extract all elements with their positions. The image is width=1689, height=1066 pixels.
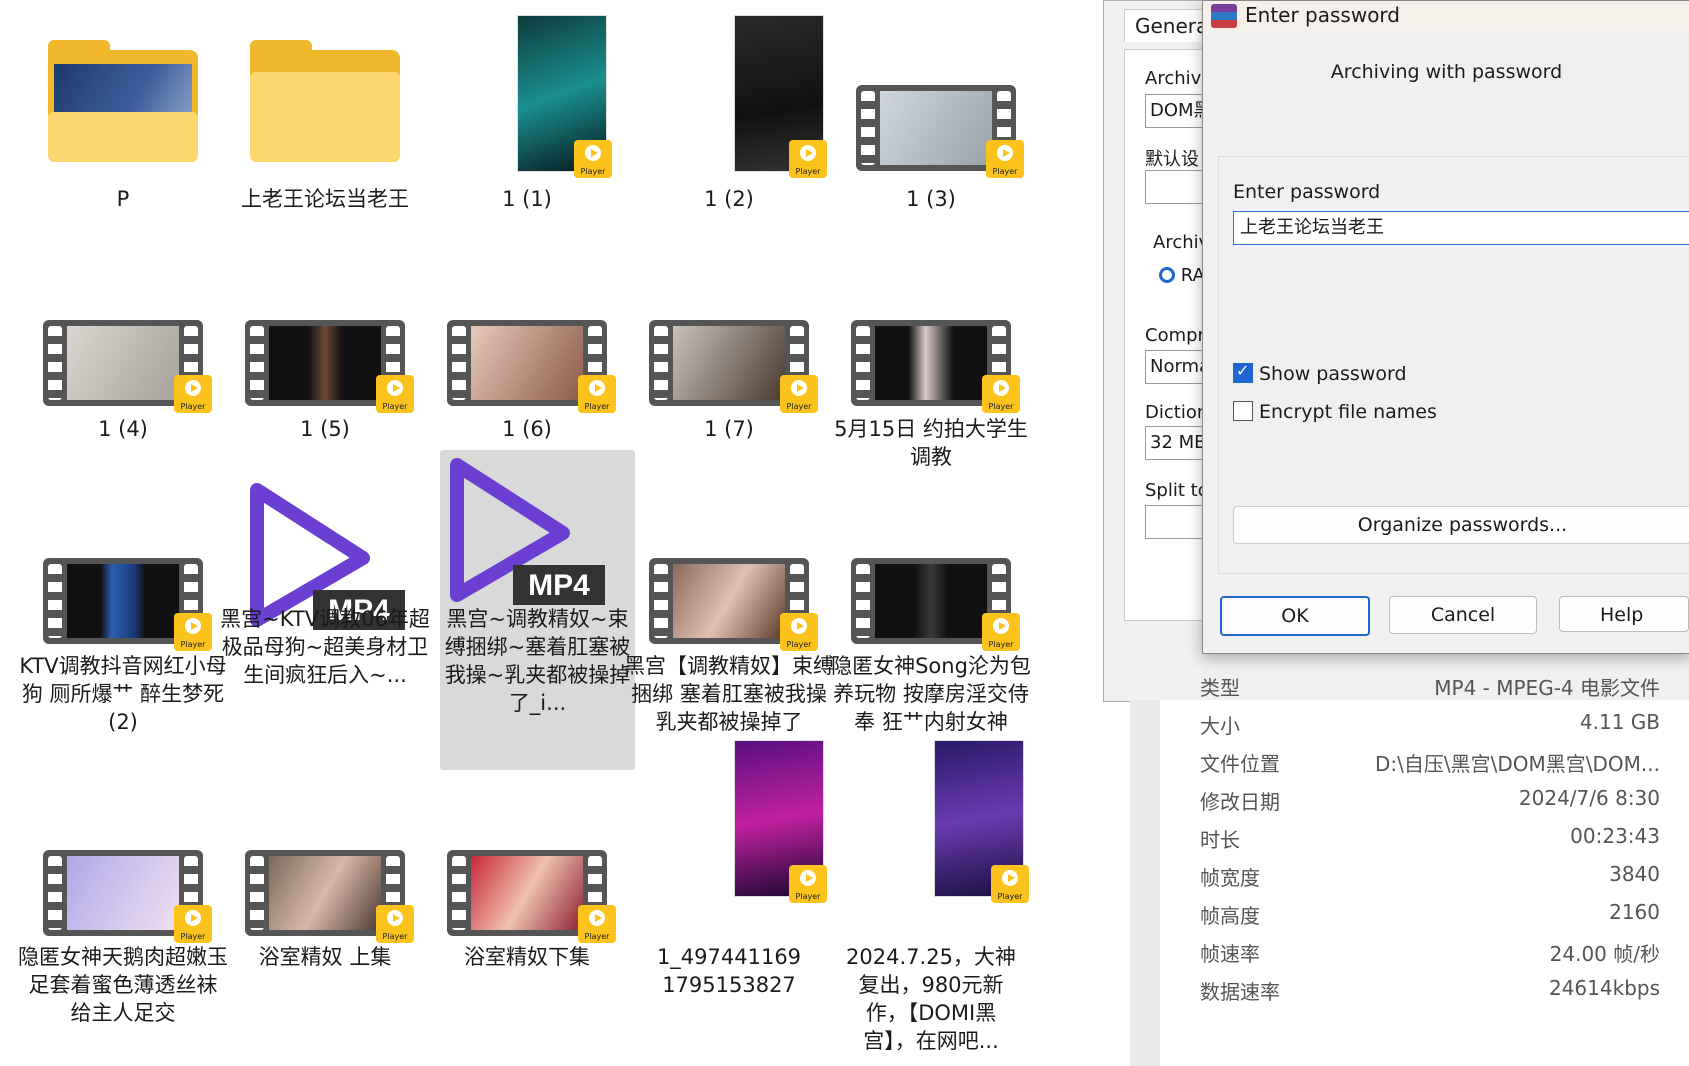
file-tile[interactable]: Player 1 (7) [624,290,834,460]
folder-icon [48,40,198,162]
player-badge-icon: Player [376,375,414,413]
organize-passwords-button[interactable]: Organize passwords... [1233,506,1689,544]
detail-row: 文件位置 D:\自压\黑宫\DOM黑宫\DOM... [1200,752,1660,776]
player-badge-icon: Player [780,375,818,413]
player-badge-icon: Player [574,140,612,178]
file-tile[interactable]: Player 5月15日 约拍大学生调教 [826,290,1036,469]
file-tile[interactable]: Player 浴室精奴下集 [422,780,632,1060]
file-tile[interactable]: Player 1 (1) [422,10,632,270]
player-badge-icon: Player [789,865,827,903]
file-grid: P 上老王论坛当老王 Player 1 (1) Player 1 (2) Pla… [0,0,1120,1066]
file-tile[interactable]: Player 2024.7.25，大神复出，980元新作，【DOMI黑宫】，在网… [826,740,1036,1060]
file-tile-selected[interactable]: MP4 黑宫~调教精奴~束缚捆绑~塞着肛塞被我操~乳夹都被操掉了_i... [440,450,635,770]
file-name: 黑宫~KTV调教06年超极品母狗~超美身材卫生间疯狂后入~... [220,607,430,687]
show-password-checkbox[interactable]: Show password [1233,361,1407,385]
details-scroll-strip [1130,700,1160,1066]
file-tile[interactable]: Player 1_4974411691795153827 [624,740,834,1060]
player-badge-icon: Player [780,613,818,651]
file-name: 黑宫【调教精奴】束缚捆绑 塞着肛塞被我操 乳夹都被操掉了 [624,654,834,734]
password-label: Enter password [1233,181,1381,203]
archive-format-label: Archiv [1153,232,1210,253]
player-badge-icon: Player [174,905,212,943]
cancel-button[interactable]: Cancel [1389,596,1537,634]
detail-row: 帧高度 2160 [1200,900,1660,928]
file-tile[interactable]: Player 1 (4) [18,290,228,460]
file-tile[interactable]: MP4 黑宫~KTV调教06年超极品母狗~超美身材卫生间疯狂后入~... [220,480,430,770]
detail-row: 帧宽度 3840 [1200,862,1660,890]
file-name: 隐匿女神Song沦为包养玩物 按摩房淫交侍奉 狂艹内射女神 [831,654,1031,734]
player-badge-icon: Player [376,905,414,943]
file-name: 1 (1) [502,187,552,211]
radio-selected-icon [1159,267,1175,283]
file-name: 1 (6) [502,417,552,441]
file-tile[interactable]: Player 1 (2) [624,10,834,270]
player-badge-icon: Player [578,905,616,943]
file-tile[interactable]: Player KTV调教抖音网红小母狗 厕所爆艹 醉生梦死 (2) [18,480,228,770]
mp4-badge: MP4 [528,569,590,602]
file-name: KTV调教抖音网红小母狗 厕所爆艹 醉生梦死 (2) [19,654,227,734]
detail-row: 数据速率 24614kbps [1200,976,1660,1004]
enter-password-dialog: Enter password Archiving with password E… [1202,0,1689,654]
file-name: 5月15日 约拍大学生调教 [834,417,1028,469]
player-badge-icon: Player [991,865,1029,903]
detail-row: 大小 4.11 GB [1200,710,1660,738]
file-name: 1_4974411691795153827 [656,945,802,997]
detail-row: 帧速率 24.00 帧/秒 [1200,942,1660,966]
password-input[interactable]: 上老王论坛当老王 [1233,211,1689,245]
encrypt-file-names-checkbox[interactable]: Encrypt file names [1233,401,1437,423]
file-name: 上老王论坛当老王 [241,187,409,211]
default-settings-label: 默认设 [1145,149,1199,170]
file-name: P [116,187,130,211]
format-rar-radio[interactable]: RA [1159,265,1205,286]
file-tile[interactable]: Player 1 (3) [826,10,1036,270]
file-tile[interactable]: Player 1 (6) [422,290,632,460]
file-tile[interactable]: P [18,20,228,270]
file-tile[interactable]: Player 黑宫【调教精奴】束缚捆绑 塞着肛塞被我操 乳夹都被操掉了 [624,480,834,770]
file-tile[interactable]: Player 1 (5) [220,290,430,460]
file-name: 隐匿女神天鹅肉超嫩玉足套着蜜色薄透丝袜 给主人足交 [18,945,228,1025]
winrar-app-icon [1211,4,1237,28]
file-name: 1 (5) [300,417,350,441]
player-badge-icon: Player [578,375,616,413]
file-name: 1 (2) [704,187,754,211]
detail-row: 修改日期 2024/7/6 8:30 [1200,786,1660,814]
checkbox-checked-icon [1233,361,1253,383]
mp4-file-icon: MP4 [450,458,605,605]
split-label: Split to [1145,480,1209,501]
file-tile[interactable]: 上老王论坛当老王 [220,20,430,270]
file-name: 1 (7) [704,417,754,441]
dialog-titlebar[interactable]: Enter password [1203,1,1689,31]
player-badge-icon: Player [982,375,1020,413]
help-button[interactable]: Help [1559,596,1689,632]
player-badge-icon: Player [986,140,1024,178]
file-name: 浴室精奴下集 [464,945,590,969]
details-pane: 类型 MP4 - MPEG-4 电影文件 大小 4.11 GB 文件位置 D:\自压\… [1160,676,1689,1066]
ok-button[interactable]: OK [1220,596,1370,636]
folder-icon [250,40,400,162]
dialog-title: Enter password [1245,3,1400,27]
player-badge-icon: Player [982,613,1020,651]
player-badge-icon: Player [174,375,212,413]
file-name: 2024.7.25，大神复出，980元新作，【DOMI黑宫】，在网吧... [846,945,1016,1053]
file-tile[interactable]: Player 隐匿女神Song沦为包养玩物 按摩房淫交侍奉 狂艹内射女神 [826,480,1036,770]
file-name: 黑宫~调教精奴~束缚捆绑~塞着肛塞被我操~乳夹都被操掉了_i... [444,607,631,715]
file-name: 浴室精奴 上集 [258,945,392,969]
file-name: 1 (3) [906,187,956,211]
player-badge-icon: Player [174,613,212,651]
detail-row: 类型 MP4 - MPEG-4 电影文件 [1200,676,1660,700]
checkbox-unchecked-icon [1233,401,1253,421]
detail-row: 时长 00:23:43 [1200,824,1660,852]
file-name: 1 (4) [98,417,148,441]
dialog-subtitle: Archiving with password [1330,61,1563,83]
player-badge-icon: Player [789,140,827,178]
file-tile[interactable]: Player 隐匿女神天鹅肉超嫩玉足套着蜜色薄透丝袜 给主人足交 [18,780,228,1060]
file-tile[interactable]: Player 浴室精奴 上集 [220,780,430,1060]
